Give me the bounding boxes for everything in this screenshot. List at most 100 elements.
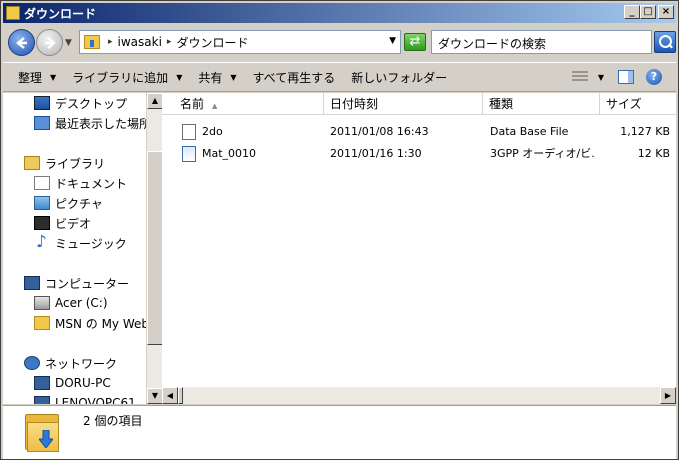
horizontal-scrollbar[interactable]: ◀ ▶ bbox=[162, 387, 676, 404]
address-bar[interactable]: ▸ iwasaki ▸ ダウンロード ▼ bbox=[79, 30, 401, 54]
arrow-left-icon bbox=[16, 37, 27, 49]
organize-label: 整理 bbox=[18, 70, 43, 85]
view-details-icon[interactable] bbox=[571, 71, 588, 83]
new-folder-label: 新しいフォルダー bbox=[351, 70, 448, 85]
forward-button[interactable] bbox=[36, 29, 63, 56]
chevron-right-icon[interactable]: ▸ bbox=[108, 37, 113, 47]
nav-item-videos[interactable]: ビデオ bbox=[34, 213, 91, 233]
view-dropdown-icon[interactable]: ▼ bbox=[598, 73, 604, 82]
recent-pages-dropdown-icon[interactable]: ▼ bbox=[65, 38, 72, 48]
nav-item-pictures[interactable]: ピクチャ bbox=[34, 193, 103, 213]
library-icon bbox=[24, 156, 40, 170]
music-icon bbox=[34, 232, 50, 252]
nav-item-label: 最近表示した場所 bbox=[55, 116, 146, 131]
file-name: Mat_0010 bbox=[202, 147, 257, 160]
nav-item-recent-places[interactable]: 最近表示した場所 bbox=[34, 113, 146, 133]
breadcrumb-downloads[interactable]: ダウンロード bbox=[176, 34, 248, 51]
maximize-button[interactable]: □ bbox=[640, 5, 656, 19]
details-pane: 2 個の項目 bbox=[3, 405, 676, 459]
nav-item-label: LENOVOPC61 bbox=[55, 396, 136, 404]
arrow-right-icon bbox=[45, 37, 56, 49]
file-size: 1,127 KB bbox=[620, 125, 670, 138]
pc-icon bbox=[34, 396, 50, 404]
column-header-row: 名前 ▲ 日付時刻 種類 サイズ bbox=[162, 93, 676, 115]
scroll-right-button[interactable]: ▶ bbox=[660, 387, 676, 404]
nav-item-label: ライブラリ bbox=[45, 156, 106, 171]
pictures-icon bbox=[34, 196, 50, 210]
nav-item-desktop[interactable]: デスクトップ bbox=[34, 93, 127, 113]
column-header-date[interactable]: 日付時刻 bbox=[324, 93, 483, 115]
documents-icon bbox=[34, 176, 50, 190]
scroll-left-button[interactable]: ◀ bbox=[162, 387, 178, 404]
add-to-library-label: ライブラリに追加 bbox=[72, 70, 169, 85]
nav-item-label: MSN の My Web サ bbox=[55, 316, 146, 331]
nav-item-lenovopc61[interactable]: LENOVOPC61 bbox=[34, 393, 136, 404]
table-row[interactable]: Mat_0010 2011/01/16 1:30 3GPP オーディオ/ビ...… bbox=[162, 143, 676, 165]
chevron-down-icon: ▼ bbox=[176, 72, 183, 82]
nav-item-computer[interactable]: コンピューター bbox=[24, 273, 129, 293]
scroll-down-button[interactable]: ▼ bbox=[147, 388, 163, 404]
item-count: 2 個の項目 bbox=[83, 414, 143, 428]
nav-item-drive-c[interactable]: Acer (C:) bbox=[34, 293, 108, 313]
organize-button[interactable]: 整理 ▼ bbox=[3, 66, 64, 88]
file-type: 3GPP オーディオ/ビ... bbox=[490, 147, 594, 160]
nav-item-label: DORU-PC bbox=[55, 376, 111, 390]
column-header-label: 名前 bbox=[180, 97, 205, 111]
breadcrumb-user[interactable]: iwasaki bbox=[118, 35, 162, 49]
navigation-pane: デスクトップ 最近表示した場所 ライブラリ ドキュメント ピクチャ ビデオ ミュ… bbox=[3, 93, 163, 404]
nav-item-label: ドキュメント bbox=[55, 176, 128, 191]
refresh-icon: ⇄ bbox=[409, 34, 421, 49]
nav-item-label: ビデオ bbox=[55, 216, 92, 231]
preview-pane-icon[interactable] bbox=[618, 70, 634, 84]
media-file-icon bbox=[182, 146, 196, 162]
nav-item-label: ネットワーク bbox=[45, 356, 118, 371]
new-folder-button[interactable]: 新しいフォルダー bbox=[343, 66, 455, 88]
search-input[interactable]: ダウンロードの検索 bbox=[431, 30, 652, 54]
nav-item-doru-pc[interactable]: DORU-PC bbox=[34, 373, 111, 393]
nav-item-documents[interactable]: ドキュメント bbox=[34, 173, 127, 193]
network-icon bbox=[24, 356, 40, 370]
pc-icon bbox=[34, 376, 50, 390]
file-size: 12 KB bbox=[637, 147, 670, 160]
video-icon bbox=[34, 216, 50, 230]
file-date: 2011/01/08 16:43 bbox=[330, 125, 429, 138]
close-button[interactable]: × bbox=[658, 5, 674, 19]
share-label: 共有 bbox=[198, 70, 223, 85]
downloads-folder-icon bbox=[84, 35, 100, 49]
back-button[interactable] bbox=[8, 29, 35, 56]
nav-item-msn-my-web[interactable]: MSN の My Web サ bbox=[34, 313, 146, 333]
drive-icon bbox=[34, 296, 50, 310]
command-bar: 整理 ▼ ライブラリに追加 ▼ 共有 ▼ すべて再生する 新しいフォルダー ▼ ? bbox=[3, 62, 676, 92]
desktop-icon bbox=[34, 96, 50, 110]
share-button[interactable]: 共有 ▼ bbox=[190, 66, 244, 88]
chevron-right-icon[interactable]: ▸ bbox=[167, 37, 172, 47]
column-header-type[interactable]: 種類 bbox=[483, 93, 600, 115]
nav-item-network[interactable]: ネットワーク bbox=[24, 353, 117, 373]
scroll-thumb[interactable] bbox=[147, 151, 163, 345]
help-icon[interactable]: ? bbox=[646, 69, 662, 85]
scroll-thumb[interactable] bbox=[178, 387, 183, 404]
add-to-library-button[interactable]: ライブラリに追加 ▼ bbox=[64, 66, 190, 88]
nav-item-label: デスクトップ bbox=[55, 96, 128, 111]
nav-scrollbar[interactable]: ▲ ▼ bbox=[146, 93, 163, 404]
nav-item-label: Acer (C:) bbox=[55, 296, 108, 310]
nav-item-label: コンピューター bbox=[45, 276, 130, 291]
table-row[interactable]: 2do 2011/01/08 16:43 Data Base File 1,12… bbox=[162, 121, 676, 143]
folder-icon bbox=[6, 6, 20, 20]
refresh-button[interactable]: ⇄ bbox=[404, 33, 426, 51]
file-date: 2011/01/16 1:30 bbox=[330, 147, 422, 160]
download-arrow-icon bbox=[39, 430, 53, 448]
address-dropdown-icon[interactable]: ▼ bbox=[389, 36, 396, 46]
navigation-tree: デスクトップ 最近表示した場所 ライブラリ ドキュメント ピクチャ ビデオ ミュ… bbox=[3, 93, 146, 404]
column-header-size[interactable]: サイズ bbox=[600, 93, 676, 115]
minimize-button[interactable]: _ bbox=[624, 5, 640, 19]
scroll-up-button[interactable]: ▲ bbox=[147, 93, 163, 109]
column-header-name[interactable]: 名前 ▲ bbox=[174, 93, 324, 115]
folder-icon bbox=[34, 316, 50, 330]
play-all-label: すべて再生する bbox=[252, 70, 336, 85]
nav-item-music[interactable]: ミュージック bbox=[34, 232, 127, 253]
title-bar[interactable]: ダウンロード _ □ × bbox=[3, 3, 676, 23]
search-button[interactable] bbox=[654, 31, 676, 53]
nav-item-libraries[interactable]: ライブラリ bbox=[24, 153, 105, 173]
play-all-button[interactable]: すべて再生する bbox=[245, 66, 344, 88]
